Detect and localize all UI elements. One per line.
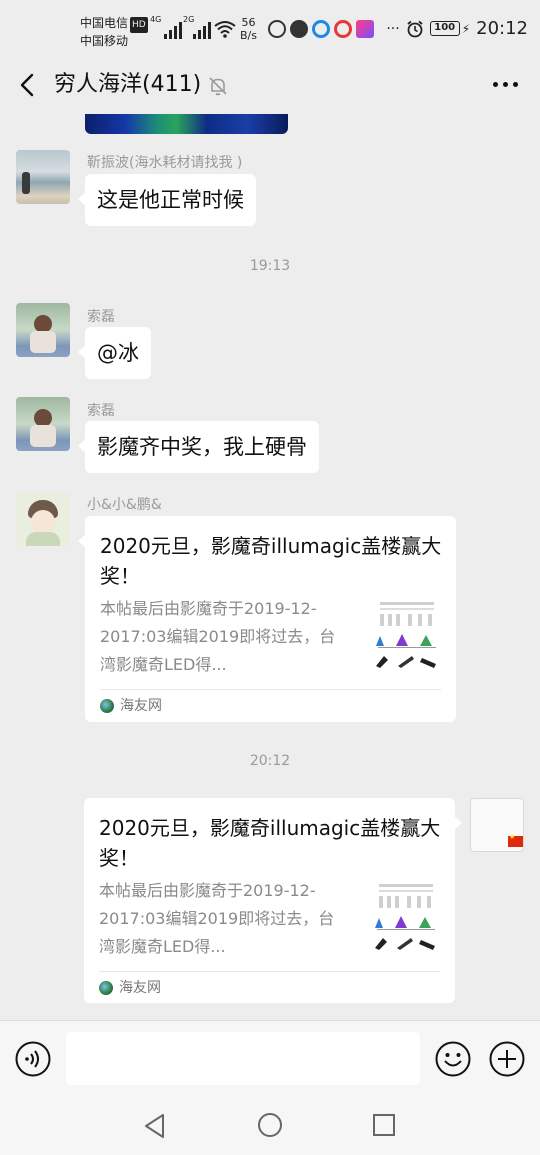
video-app-icon xyxy=(356,20,374,38)
source-logo-icon xyxy=(99,981,113,995)
sender-name: 靳振波(海水耗材请找我 ) xyxy=(87,155,243,171)
link-card[interactable]: 2020元旦，影魔奇illumagic盖楼赢大奖！ 本帖最后由影魔奇于2019-… xyxy=(78,516,456,722)
status-bar: 中国电信 HD 中国移动 4G 2G 56 B/s ··· 100 ⚡ 20:12 xyxy=(0,0,540,58)
message-bubble[interactable]: 这是他正常时候 xyxy=(78,174,256,226)
system-nav-bar xyxy=(0,1095,540,1155)
input-bar xyxy=(0,1020,540,1095)
carrier-info: 中国电信 HD 中国移动 xyxy=(80,15,148,49)
source-logo-icon xyxy=(100,699,114,713)
card-title: 2020元旦，影魔奇illumagic盖楼赢大奖！ xyxy=(100,534,442,588)
voice-input-button[interactable] xyxy=(15,1041,51,1077)
message-input[interactable] xyxy=(66,1032,420,1085)
carrier-1: 中国电信 xyxy=(80,16,129,30)
timestamp: 20:12 xyxy=(249,753,291,769)
carrier-2: 中国移动 xyxy=(80,34,129,48)
card-thumbnail-image xyxy=(374,600,440,670)
back-button[interactable] xyxy=(14,70,44,100)
card-source: 海友网 xyxy=(100,696,162,716)
message-bubble[interactable]: @冰 xyxy=(78,327,151,379)
emoji-button[interactable] xyxy=(435,1041,471,1077)
status-right: ··· 100 ⚡ 20:12 xyxy=(386,18,528,39)
sender-name: 索磊 xyxy=(87,403,115,419)
card-divider xyxy=(100,689,441,690)
nav-home-button[interactable] xyxy=(257,1112,283,1138)
alarm-icon xyxy=(407,20,423,37)
card-description: 本帖最后由影魔奇于2019-12-2017:03编辑2019即将过去，台湾影魔奇… xyxy=(99,881,335,956)
charging-icon: ⚡ xyxy=(461,21,471,36)
net-speed: 56 B/s xyxy=(240,16,257,42)
signal-2-label: 2G xyxy=(183,15,195,24)
message-list[interactable]: 靳振波(海水耗材请找我 ) 这是他正常时候 19:13 索磊 @冰 索磊 影魔齐… xyxy=(0,114,540,1020)
avatar[interactable] xyxy=(16,397,70,451)
sender-name: 索磊 xyxy=(87,309,115,325)
card-source: 海友网 xyxy=(99,978,161,998)
signal-2-icon: 2G xyxy=(183,15,211,39)
browser-icon xyxy=(312,20,330,38)
card-divider xyxy=(99,971,440,972)
hd-badge: HD xyxy=(130,17,148,33)
signal-1-icon: 4G xyxy=(150,15,182,39)
weibo-icon xyxy=(334,20,352,38)
battery-indicator: 100 xyxy=(429,21,460,36)
card-thumbnail-image xyxy=(373,882,439,952)
source-name: 海友网 xyxy=(119,980,161,996)
card-title: 2020元旦，影魔奇illumagic盖楼赢大奖！ xyxy=(99,816,441,870)
wifi-icon xyxy=(214,21,236,38)
card-description: 本帖最后由影魔奇于2019-12-2017:03编辑2019即将过去，台湾影魔奇… xyxy=(100,599,336,674)
nav-back-button[interactable] xyxy=(143,1113,167,1139)
signal-1-label: 4G xyxy=(150,15,162,24)
globe-icon xyxy=(268,20,286,38)
timestamp: 19:13 xyxy=(249,258,291,274)
link-card-self[interactable]: 2020元旦，影魔奇illumagic盖楼赢大奖！ 本帖最后由影魔奇于2019-… xyxy=(84,798,462,1003)
more-functions-button[interactable] xyxy=(489,1041,525,1077)
chat-title: 穷人海洋(411) xyxy=(54,72,202,97)
avatar[interactable] xyxy=(16,150,70,204)
app-notification-icon xyxy=(290,20,308,38)
avatar[interactable] xyxy=(16,492,70,546)
notification-icons xyxy=(268,20,374,38)
chat-header: 穷人海洋(411) xyxy=(0,58,540,114)
avatar[interactable] xyxy=(16,303,70,357)
nav-recents-button[interactable] xyxy=(372,1113,396,1137)
more-options-button[interactable] xyxy=(493,82,518,87)
image-message-thumbnail[interactable] xyxy=(85,114,288,134)
more-notifications: ··· xyxy=(386,20,400,37)
china-flag-icon xyxy=(508,833,523,847)
clock: 20:12 xyxy=(476,18,528,39)
message-bubble[interactable]: 影魔齐中奖，我上硬骨 xyxy=(78,421,319,473)
mute-bell-icon xyxy=(209,77,227,96)
sender-name: 小&小&鹏& xyxy=(87,497,162,513)
source-name: 海友网 xyxy=(120,698,162,714)
